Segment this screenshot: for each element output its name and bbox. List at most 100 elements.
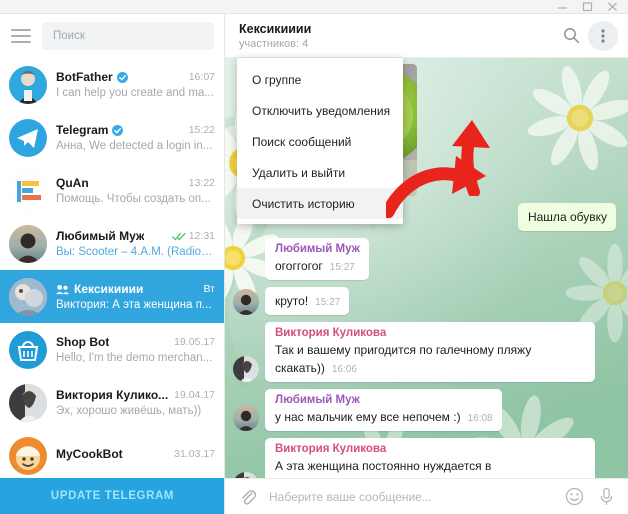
close-icon[interactable]: [607, 1, 618, 12]
message-row: Любимый Муж у нас мальчик ему все непочем…: [233, 389, 616, 431]
chat-list-item-meta: 13:22: [189, 177, 215, 189]
chat-list-item[interactable]: QuAn 13:22 Помощь. Чтобы создать оп...: [0, 164, 224, 217]
chat-context-menu[interactable]: О группе Отключить уведомления Поиск сообщ…: [237, 58, 403, 224]
search-placeholder: Поиск: [53, 30, 85, 42]
paperclip-icon[interactable]: [237, 486, 259, 508]
chat-list-item[interactable]: Telegram 15:22 Анна, We detected a login i…: [0, 111, 224, 164]
chat-list-item-time: 15:22: [188, 124, 215, 136]
chat-list-item-header: QuAn 13:22: [56, 176, 215, 190]
mycookbot-avatar: [9, 436, 47, 475]
message-bubble[interactable]: Виктория Куликова А эта женщина постоянно…: [265, 438, 595, 478]
chat-list-item-time: 16:07: [188, 71, 215, 83]
chat-list-item-body: QuAn 13:22 Помощь. Чтобы создать оп...: [56, 176, 215, 205]
update-telegram-button[interactable]: UPDATE TELEGRAM: [0, 478, 224, 514]
message-author: Любимый Муж: [275, 394, 360, 406]
message-author: Любимый Муж: [275, 243, 360, 255]
verified-badge-icon: [116, 71, 128, 83]
chat-list-item-name: BotFather: [56, 70, 113, 84]
microphone-icon[interactable]: [595, 486, 617, 508]
chat-list-item[interactable]: Виктория Кулико... 19.04.17 Эх, хорошо жив…: [0, 376, 224, 429]
message-author: Виктория Куликова: [275, 327, 387, 339]
chat-list-item[interactable]: BotFather 16:07 I can help you create and …: [0, 58, 224, 111]
chat-list-item-body: Shop Bot 19.05.17 Hello, I'm the demo merc…: [56, 335, 215, 364]
message-row: круто! 15:27: [233, 287, 616, 315]
message-bubble[interactable]: Любимый Муж огоггогог 15:27: [265, 238, 369, 280]
chat-list-item-header: Telegram 15:22: [56, 123, 215, 137]
sidebar: Поиск BotFather 16:07 I can help you creat…: [0, 14, 225, 514]
chat-list-item-body: BotFather 16:07 I can help you create and …: [56, 70, 215, 99]
chat-list-item-body: Виктория Кулико... 19.04.17 Эх, хорошо жив…: [56, 388, 215, 417]
more-vertical-icon[interactable]: [588, 20, 618, 51]
message-input[interactable]: Наберите ваше сообщение...: [269, 490, 553, 504]
chat-list-item-preview: Вы: Scooter – 4.A.M. (Radio V...: [56, 246, 215, 258]
message-row: Любимый Муж огоггогог 15:27: [233, 238, 616, 280]
chat-list[interactable]: BotFather 16:07 I can help you create and …: [0, 58, 224, 476]
minimize-icon[interactable]: [557, 1, 568, 12]
smiley-icon[interactable]: [563, 486, 585, 508]
chat-header-actions: [556, 20, 618, 51]
chat-list-item-meta: 12:31: [171, 230, 215, 242]
update-telegram-label: UPDATE TELEGRAM: [50, 490, 175, 502]
verified-badge-icon: [112, 124, 124, 136]
chat-members-count: участников: 4: [239, 37, 309, 50]
chat-list-item-header: Виктория Кулико... 19.04.17: [56, 388, 215, 402]
message-bubble[interactable]: Нашла обувку: [517, 203, 616, 231]
chat-header-titles: Кексикииии участников: 4: [239, 22, 556, 50]
maximize-icon[interactable]: [582, 1, 593, 12]
search-input[interactable]: Поиск: [42, 22, 214, 50]
context-menu-item[interactable]: Отключить уведомления: [237, 95, 403, 126]
chat-list-item-meta: 15:22: [189, 124, 215, 136]
chat-list-item[interactable]: Кексикииии Вт Виктория: А эта женщина п...: [0, 270, 224, 323]
chat-list-item-time: 13:22: [188, 177, 215, 189]
message-time: 16:06: [331, 364, 357, 375]
message-row: Виктория Куликова Так и вашему пригодится…: [233, 322, 616, 382]
chat-list-item-time: 19.05.17: [174, 336, 215, 348]
keksikiiii-avatar: [9, 277, 47, 316]
window-title-bar: [0, 0, 628, 14]
botfather-avatar: [9, 65, 47, 104]
chat-list-item-time: 12:31: [188, 230, 215, 242]
chat-list-item-time: Вт: [203, 283, 215, 295]
message-text: Так и вашему пригодится по галечному пля…: [275, 343, 532, 375]
window-controls: [557, 1, 628, 12]
chat-list-item-time: 31.03.17: [174, 448, 215, 460]
chat-list-item-meta: 19.05.17: [174, 336, 215, 348]
chat-list-item-header: Shop Bot 19.05.17: [56, 335, 215, 349]
hamburger-icon[interactable]: [9, 24, 33, 48]
message-time: 15:27: [315, 297, 341, 308]
message-input-placeholder: Наберите ваше сообщение...: [269, 489, 432, 504]
context-menu-item[interactable]: Очистить историю: [237, 188, 403, 219]
chat-list-item[interactable]: MyCookBot 31.03.17: [0, 429, 224, 476]
group-icon: [56, 284, 69, 294]
husband-avatar: [233, 405, 259, 431]
chat-list-item[interactable]: Shop Bot 19.05.17 Hello, I'm the demo merc…: [0, 323, 224, 376]
chat-list-item-name: QuAn: [56, 176, 89, 190]
telegram-avatar: [9, 118, 47, 157]
message-bubble[interactable]: Виктория Куликова Так и вашему пригодится…: [265, 322, 595, 382]
chat-list-item-name: Кексикииии: [74, 282, 144, 296]
chat-list-item-name: MyCookBot: [56, 447, 123, 461]
chat-list-item[interactable]: Любимый Муж 12:31 Вы: Scooter – 4.A.M. (Ra…: [0, 217, 224, 270]
message-author: Виктория Куликова: [275, 443, 387, 455]
message-text: круто!: [275, 294, 309, 308]
chat-list-item-name: Shop Bot: [56, 335, 110, 349]
context-menu-item[interactable]: Удалить и выйти: [237, 157, 403, 188]
message-bubble[interactable]: круто! 15:27: [265, 287, 350, 315]
message-text: у нас мальчик ему все непочем :): [275, 410, 461, 424]
chat-list-item-meta: 19.04.17: [174, 389, 215, 401]
chat-list-item-name: Telegram: [56, 123, 109, 137]
search-icon[interactable]: [556, 21, 586, 51]
message-time: 15:27: [329, 262, 355, 273]
chat-list-item-header: Любимый Муж 12:31: [56, 229, 215, 243]
chat-list-item-preview: Виктория: А эта женщина п...: [56, 299, 212, 311]
chat-list-item-meta: 16:07: [189, 71, 215, 83]
context-menu-item[interactable]: О группе: [237, 64, 403, 95]
husband-avatar: [233, 289, 259, 315]
message-bubble[interactable]: Любимый Муж у нас мальчик ему все непочем…: [265, 389, 502, 431]
read-checks-icon: [171, 232, 186, 240]
chat-list-item-body: Любимый Муж 12:31 Вы: Scooter – 4.A.M. (Ra…: [56, 229, 215, 258]
telegram-desktop-window: Поиск BotFather 16:07 I can help you creat…: [0, 0, 628, 514]
message-composer: Наберите ваше сообщение...: [225, 478, 628, 514]
context-menu-item[interactable]: Поиск сообщений: [237, 126, 403, 157]
chat-list-item-time: 19.04.17: [174, 389, 215, 401]
